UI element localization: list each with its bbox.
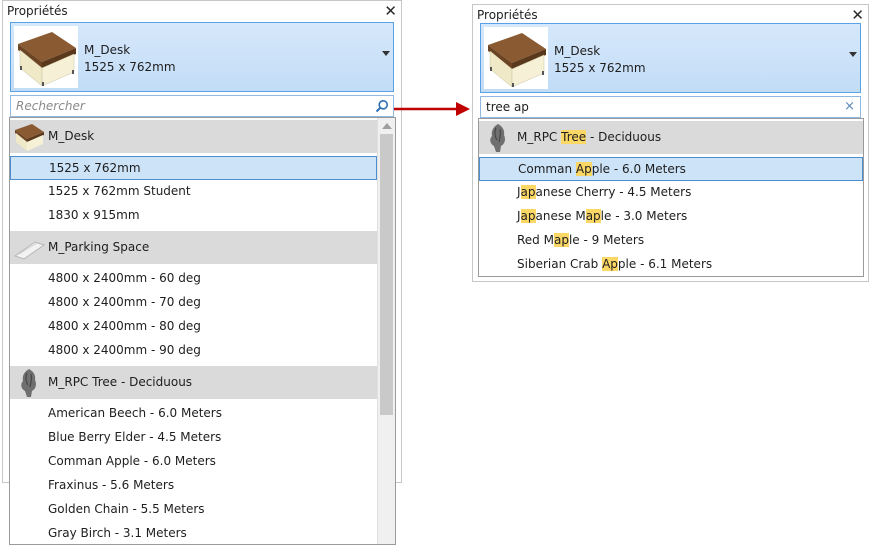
desk-thumbnail: [13, 121, 45, 152]
text-segment: ple - 6.0 Meters: [591, 162, 686, 176]
family-group-header: M_RPC Tree - Deciduous: [479, 121, 863, 154]
text-segment: M_RPC: [517, 130, 562, 144]
type-list-item[interactable]: Golden Chain - 5.5 Meters: [10, 497, 377, 521]
tree-thumbnail: [13, 367, 45, 398]
type-list-item[interactable]: 4800 x 2400mm - 90 deg: [10, 338, 377, 362]
selected-family-name: M_Desk: [84, 43, 131, 57]
text-segment: J: [517, 185, 521, 199]
type-list-item[interactable]: Siberian Crab Apple - 6.1 Meters: [479, 252, 863, 276]
type-dropdown-list-right: M_RPC Tree - Deciduous Comman Apple - 6.0…: [478, 118, 864, 277]
family-group-header: M_RPC Tree - Deciduous: [10, 366, 377, 399]
chevron-down-icon[interactable]: [849, 52, 857, 57]
search-input[interactable]: [11, 96, 393, 116]
text-segment: Siberian Crab: [517, 257, 603, 271]
vertical-scrollbar[interactable]: [377, 118, 395, 544]
type-list-item[interactable]: Japanese Maple - 3.0 Meters: [479, 204, 863, 228]
search-match-highlight: ap: [520, 185, 536, 199]
search-match-highlight: Tree: [561, 130, 587, 144]
text-segment: anese M: [535, 209, 586, 223]
text-segment: anese Cherry - 4.5 Meters: [535, 185, 692, 199]
type-list-item[interactable]: 1830 x 915mm: [10, 203, 377, 227]
type-list-item[interactable]: 4800 x 2400mm - 60 deg: [10, 266, 377, 290]
search-box: ×: [480, 96, 861, 118]
chevron-down-icon[interactable]: [382, 51, 390, 56]
parking-thumbnail: [13, 232, 46, 263]
panel-title: Propriétés: [477, 8, 538, 22]
panel-titlebar: Propriétés ✕: [473, 5, 868, 25]
text-segment: Red M: [517, 233, 554, 247]
search-match-highlight: Ap: [602, 257, 618, 271]
family-group-name: M_RPC Tree - Deciduous: [48, 375, 193, 389]
search-match-highlight: Ap: [575, 162, 592, 176]
text-segment: le - 3.0 Meters: [600, 209, 688, 223]
close-icon[interactable]: ✕: [384, 1, 397, 21]
type-list-item[interactable]: Comman Apple - 6.0 Meters: [10, 449, 377, 473]
type-list-item[interactable]: Gray Birch - 3.1 Meters: [10, 521, 377, 544]
family-group-name: M_Desk: [48, 129, 95, 143]
type-list-item[interactable]: 1525 x 762mm Student: [10, 179, 377, 203]
panel-titlebar: Propriétés ✕: [3, 1, 401, 21]
type-list-item[interactable]: 4800 x 2400mm - 70 deg: [10, 290, 377, 314]
selected-type-name: 1525 x 762mm: [554, 61, 646, 75]
type-list-item[interactable]: Blue Berry Elder - 4.5 Meters: [10, 425, 377, 449]
type-list-item[interactable]: American Beech - 6.0 Meters: [10, 401, 377, 425]
text-segment: ple - 6.1 Meters: [617, 257, 713, 271]
type-list-item[interactable]: Comman Apple - 6.0 Meters: [479, 157, 863, 181]
close-icon[interactable]: ✕: [851, 5, 864, 25]
search-icon[interactable]: [375, 99, 389, 113]
type-list-item[interactable]: Red Maple - 9 Meters: [479, 228, 863, 252]
type-list-item[interactable]: 4800 x 2400mm - 80 deg: [10, 314, 377, 338]
text-segment: - Deciduous: [586, 130, 662, 144]
family-group-name: M_Parking Space: [48, 240, 150, 254]
type-selector[interactable]: M_Desk 1525 x 762mm: [480, 23, 861, 93]
search-box: [10, 95, 394, 117]
tree-thumbnail: [482, 122, 514, 153]
type-list-item[interactable]: Japanese Cherry - 4.5 Meters: [479, 180, 863, 204]
selected-type-name: 1525 x 762mm: [84, 60, 176, 74]
search-match-highlight: ap: [520, 209, 536, 223]
desk-thumbnail: [484, 27, 548, 89]
type-dropdown-list-left: M_Desk 1525 x 762mm 1525 x 762mm Student 18…: [9, 117, 396, 545]
family-group-header: M_Parking Space: [10, 231, 377, 264]
text-segment: Comman: [518, 162, 576, 176]
search-match-highlight: ap: [553, 233, 569, 247]
scrollbar-thumb[interactable]: [380, 134, 393, 415]
selected-family-name: M_Desk: [554, 44, 601, 58]
type-selector[interactable]: M_Desk 1525 x 762mm: [10, 22, 394, 92]
type-list-item[interactable]: 1525 x 762mm: [10, 156, 377, 180]
scroll-up-arrow-icon[interactable]: [382, 123, 392, 129]
panel-title: Propriétés: [7, 4, 68, 18]
type-list-item[interactable]: Fraxinus - 5.6 Meters: [10, 473, 377, 497]
search-input[interactable]: [481, 97, 860, 117]
text-segment: J: [517, 209, 521, 223]
text-segment: le - 9 Meters: [568, 233, 645, 247]
clear-icon[interactable]: ×: [844, 98, 855, 116]
family-group-header: M_Desk: [10, 120, 377, 153]
red-arrow-connector: [394, 102, 470, 116]
desk-thumbnail: [14, 26, 78, 88]
search-match-highlight: ap: [585, 209, 601, 223]
